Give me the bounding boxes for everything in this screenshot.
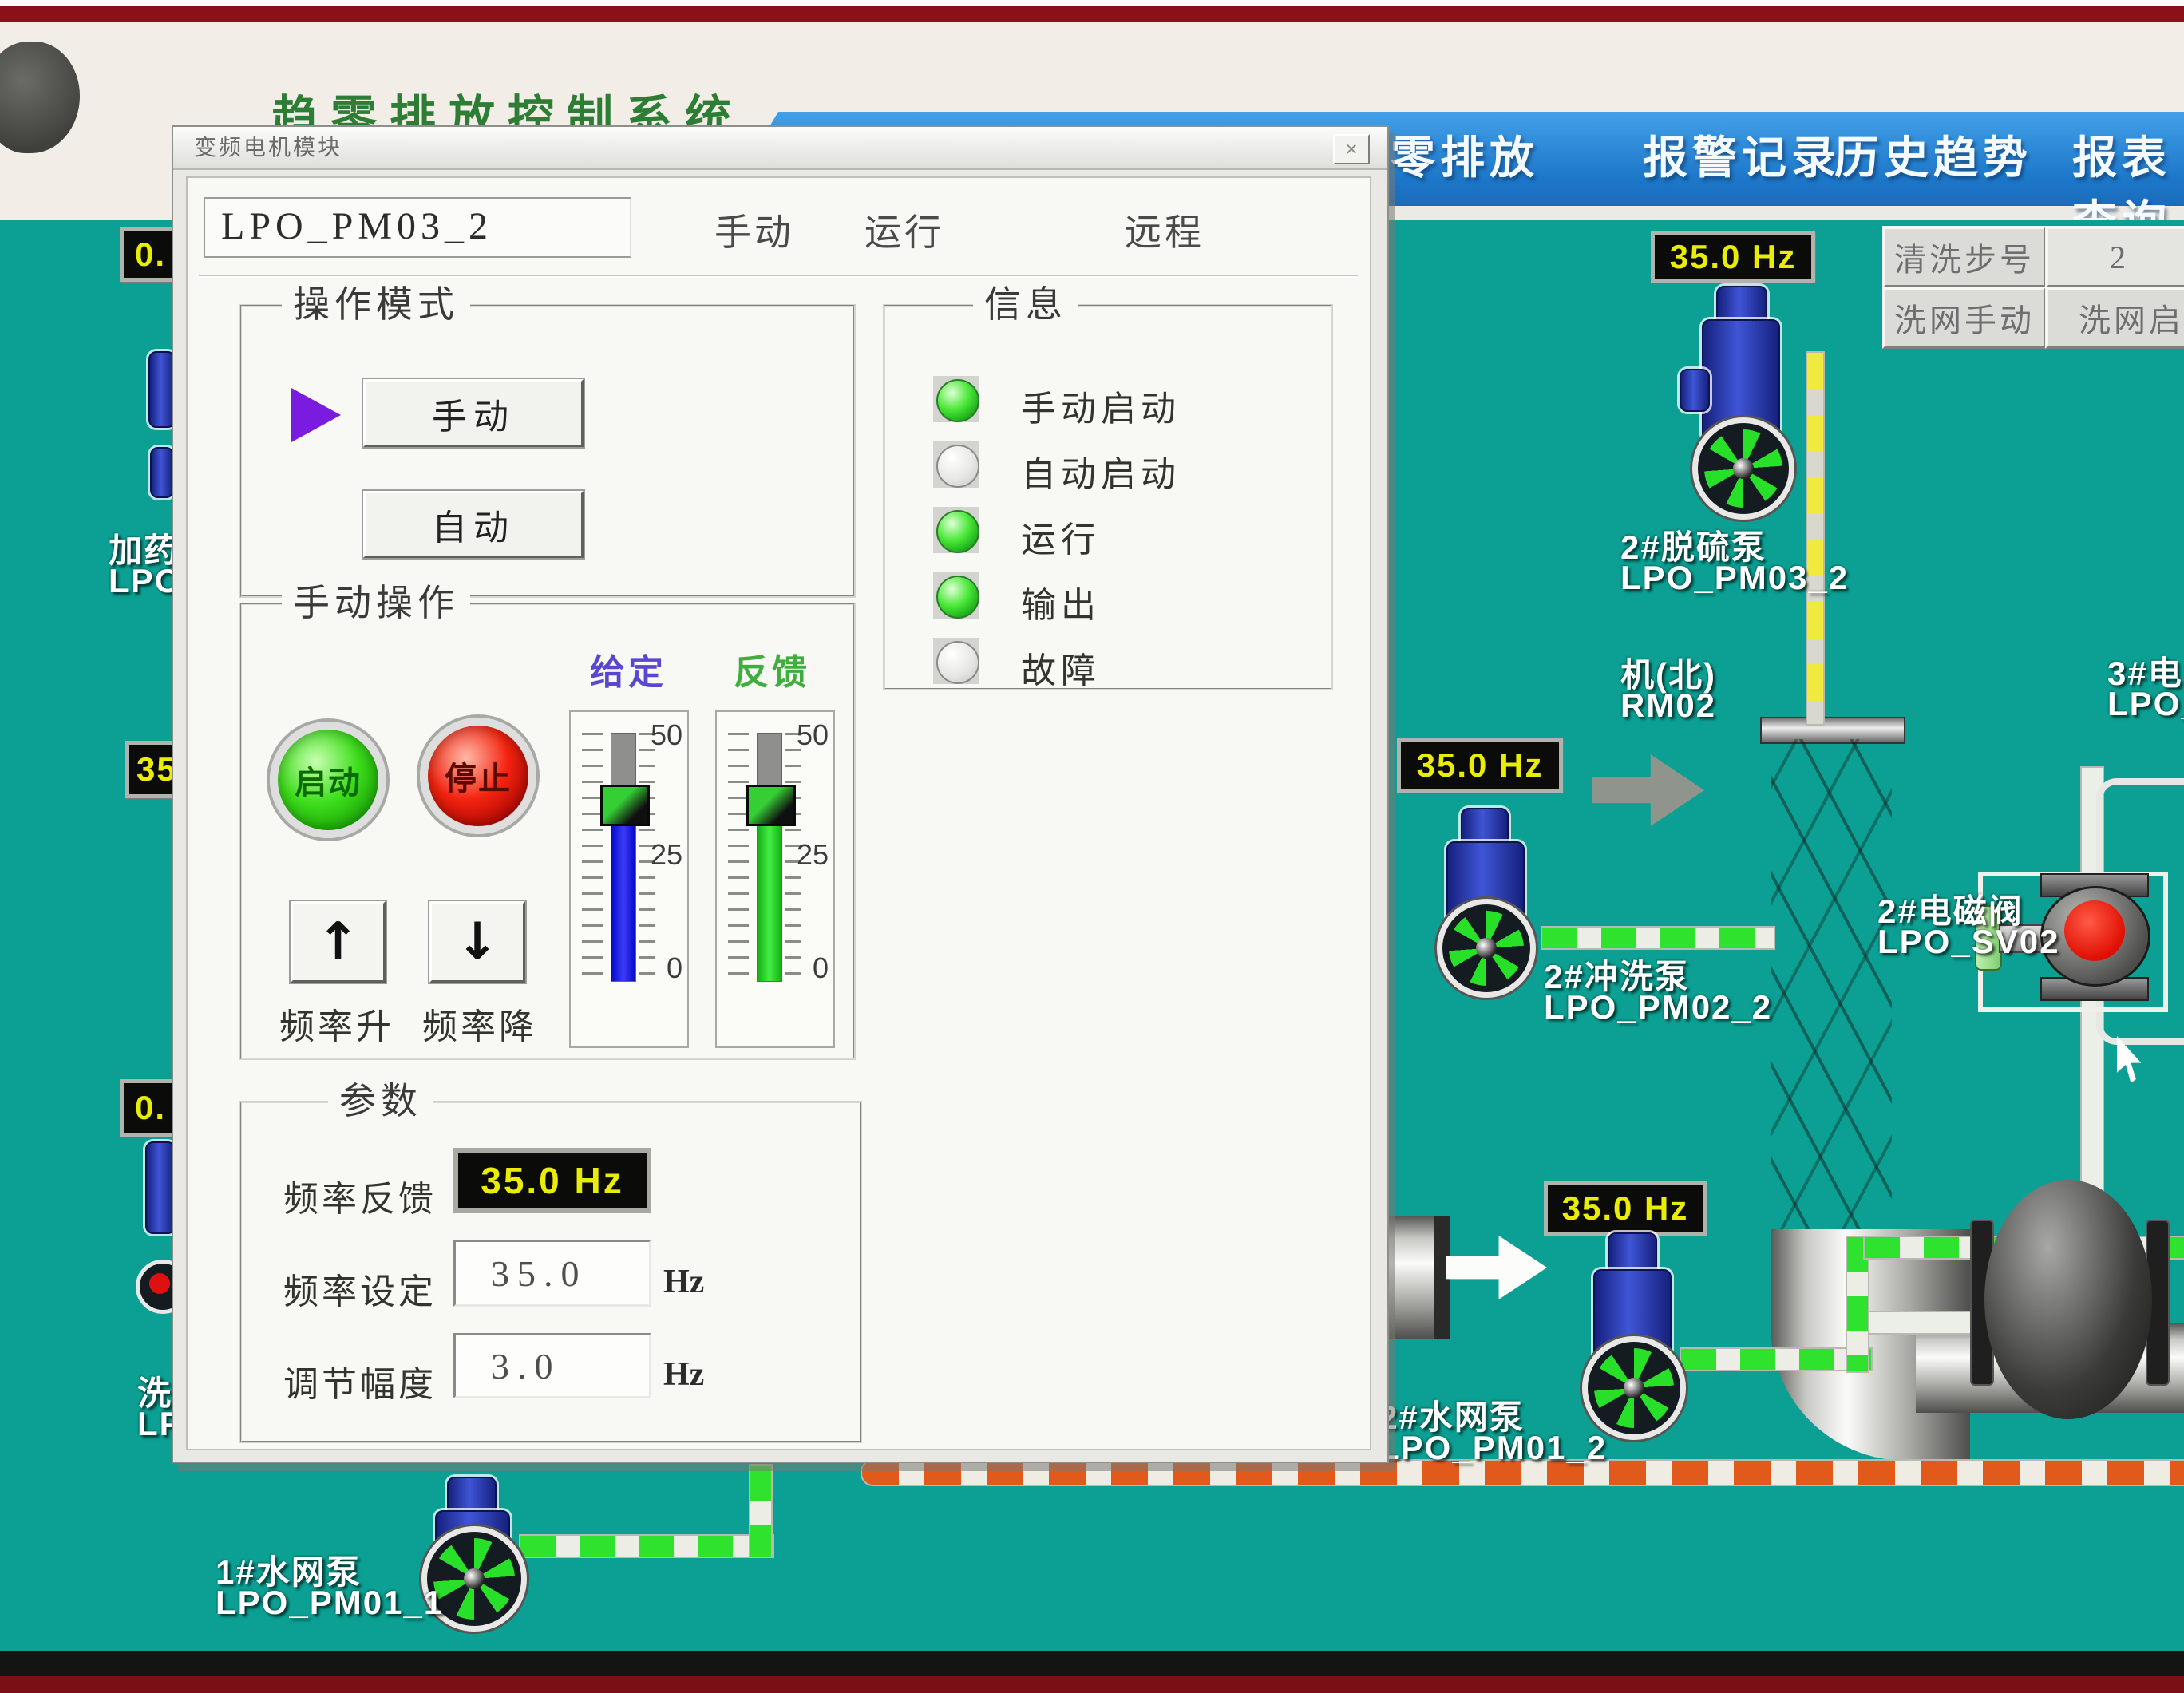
pump-desulf-impeller-icon <box>1692 417 1794 520</box>
freq-display-fan: 35.0 Hz <box>1397 738 1563 793</box>
mode-pointer-icon <box>291 388 341 442</box>
wash-manual-button[interactable]: 洗网手动 <box>1882 287 2047 349</box>
green-dashed-line-flush <box>1541 926 1775 950</box>
motor3-tag-label: LPO_ <box>2107 685 2184 723</box>
led-running-label: 运行 <box>1021 511 1101 562</box>
feedback-slider: 50 25 0 <box>715 710 835 1048</box>
step-label: 调节幅度 <box>283 1355 437 1406</box>
pump-water1-tag-label: LPO_PM01_1 <box>216 1584 444 1622</box>
step-input[interactable]: 3.0 <box>453 1333 651 1398</box>
tank-body <box>1984 1180 2152 1419</box>
pump-water2-tag-label: LPO_PM01_2 <box>1379 1429 1607 1467</box>
scale-50: 50 <box>651 718 682 752</box>
param-group-title: 参数 <box>328 1079 433 1124</box>
mode-group: 操作模式 手动 自动 <box>240 305 855 597</box>
start-button[interactable]: 启动 <box>270 722 386 838</box>
nav-item-alarm-log[interactable]: 报警记录 <box>1643 126 1841 190</box>
scale-0: 0 <box>667 951 682 985</box>
scale-25: 25 <box>797 838 829 872</box>
nav-item-report-query[interactable]: 报表查询 <box>2072 126 2184 190</box>
led-output <box>933 572 979 619</box>
green-dashed-line-water1-v <box>749 1464 773 1558</box>
scale-0: 0 <box>813 951 829 985</box>
pump-flush-impeller-icon <box>1437 899 1536 998</box>
valve-status-red-icon <box>2064 900 2125 961</box>
freq-down-button[interactable]: ↓ <box>429 901 525 983</box>
screen-photo: 趋零排放控制系统 趋零排放 报警记录 历史趋势 报表查询 清洗步号 2 洗网手动… <box>0 0 2184 1693</box>
manual-group-title: 手动操作 <box>282 581 470 626</box>
vertical-pipe <box>1771 739 1892 1250</box>
wash-step-button[interactable]: 清洗步号 <box>1882 226 2047 288</box>
freq-up-label: 频率升 <box>279 998 394 1049</box>
freq-feedback-label: 频率反馈 <box>283 1170 437 1221</box>
freq-down-label: 频率降 <box>422 998 537 1049</box>
close-icon[interactable]: ✕ <box>1333 134 1370 164</box>
setpoint-column-label: 给定 <box>590 643 667 694</box>
scale-25: 25 <box>651 838 682 872</box>
green-dashed-line-water1-h <box>519 1534 774 1558</box>
freq-feedback-display: 35.0 Hz <box>453 1148 651 1213</box>
device-id-field: LPO_PM03_2 <box>204 197 631 258</box>
yellow-dashed-line <box>1806 351 1825 726</box>
manual-group: 手动操作 给定 反馈 启动 停止 50 25 0 50 25 0 ↑ <box>240 603 855 1059</box>
info-group-title: 信息 <box>973 283 1078 327</box>
step-unit: Hz <box>663 1355 704 1394</box>
status-remote-label: 远程 <box>1125 204 1205 255</box>
vfd-motor-dialog: 变频电机模块 ✕ LPO_PM03_2 手动 运行 远程 操作模式 手动 自动 … <box>172 125 1389 1463</box>
led-fault <box>933 638 979 684</box>
dialog-separator <box>199 275 1358 278</box>
led-auto-start-label: 自动启动 <box>1021 445 1181 496</box>
led-fault-label: 故障 <box>1021 642 1101 693</box>
monitor-top-red-strip <box>0 6 2184 22</box>
dialog-title-bar[interactable]: 变频电机模块 <box>173 127 1387 170</box>
wash-step-value: 2 <box>2045 226 2184 288</box>
led-running <box>933 507 979 553</box>
led-auto-start <box>933 441 979 488</box>
pump-desulf-tag-label: LPO_PM03_2 <box>1620 559 1849 597</box>
info-group: 信息 手动启动 自动启动 运行 输出 故障 <box>884 305 1332 690</box>
photo-artifact-blob <box>0 42 80 153</box>
feedback-column-label: 反馈 <box>734 643 810 694</box>
slider-handle[interactable] <box>600 785 650 826</box>
freq-display-water: 35.0 Hz <box>1544 1181 1707 1236</box>
status-mode-label: 手动 <box>714 204 794 255</box>
scale-50: 50 <box>797 718 829 752</box>
nav-item-history-trend[interactable]: 历史趋势 <box>1834 126 2032 190</box>
pump-water2-impeller-icon <box>1582 1336 1686 1440</box>
freq-set-unit: Hz <box>663 1263 704 1301</box>
monitor-bottom-red-strip <box>0 1676 2184 1693</box>
freq-set-label: 频率设定 <box>283 1263 437 1314</box>
green-dashed-line-water2-h <box>1680 1347 1873 1371</box>
wash-start-button[interactable]: 洗网启动 <box>2045 287 2184 349</box>
param-group: 参数 频率反馈 35.0 Hz 频率设定 35.0 Hz 调节幅度 3.0 Hz <box>240 1102 861 1442</box>
pump-desulf-port <box>1680 369 1710 412</box>
led-manual-start-label: 手动启动 <box>1021 380 1181 431</box>
mode-group-title: 操作模式 <box>282 283 470 327</box>
manual-mode-button[interactable]: 手动 <box>363 379 584 447</box>
pump-flush-tag-label: LPO_PM02_2 <box>1544 988 1772 1026</box>
freq-set-input[interactable]: 35.0 <box>453 1240 651 1307</box>
setpoint-slider[interactable]: 50 25 0 <box>569 710 689 1048</box>
led-output-label: 输出 <box>1021 576 1101 627</box>
photo-edge-top <box>0 0 2184 6</box>
left-pump-fragment-2 <box>150 447 174 498</box>
led-manual-start <box>933 376 979 422</box>
slider-handle <box>746 785 796 826</box>
fan-north-tag-label: RM02 <box>1620 686 1716 725</box>
freq-display-desulf: 35.0 Hz <box>1651 231 1815 283</box>
valve-tag-label: LPO_SV02 <box>1877 923 2059 961</box>
auto-mode-button[interactable]: 自动 <box>363 491 584 558</box>
freq-up-button[interactable]: ↑ <box>291 901 386 983</box>
status-run-label: 运行 <box>864 204 944 255</box>
stop-button[interactable]: 停止 <box>420 718 536 834</box>
